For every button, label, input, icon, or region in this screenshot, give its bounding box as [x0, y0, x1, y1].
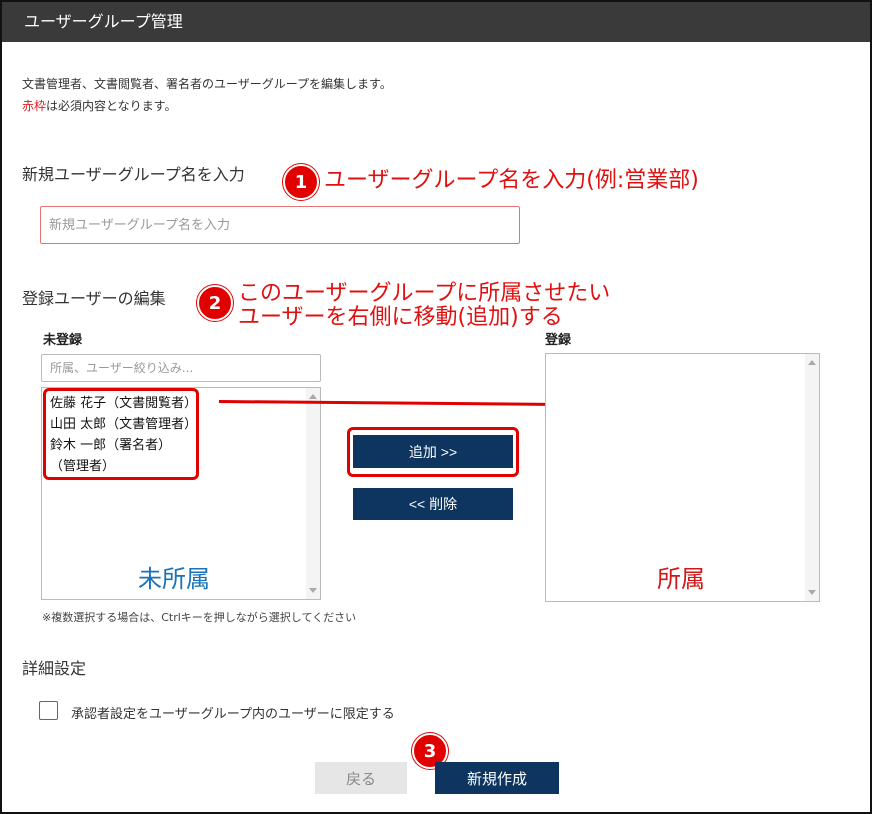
scroll-up-icon[interactable] — [808, 360, 816, 365]
scroll-down-icon[interactable] — [309, 588, 317, 593]
required-note: は必須内容となります。 — [46, 99, 177, 113]
description-line2: 赤枠は必須内容となります。 — [22, 97, 176, 114]
group-name-input[interactable] — [40, 206, 520, 244]
back-button[interactable]: 戻る — [315, 762, 407, 794]
step1-annotation: ユーザーグループ名を入力(例:営業部) — [324, 168, 699, 193]
unregistered-users-highlight: 佐藤 花子（文書閲覧者） 山田 太郎（文書管理者） 鈴木 一郎（署名者） （管理… — [43, 388, 199, 480]
list-item[interactable]: 佐藤 花子（文書閲覧者） — [50, 393, 197, 414]
unregistered-list-scrollbar[interactable] — [306, 388, 320, 599]
limit-approver-label[interactable]: 承認者設定をユーザーグループ内のユーザーに限定する — [71, 703, 395, 722]
scroll-down-icon[interactable] — [808, 590, 816, 595]
advanced-section-title: 詳細設定 — [22, 659, 87, 678]
unregistered-label: 未登録 — [43, 333, 83, 348]
user-filter-input[interactable] — [41, 354, 321, 382]
step1-badge: 1 — [283, 164, 319, 200]
required-marker-text: 赤枠 — [22, 99, 47, 113]
registered-list-scrollbar[interactable] — [805, 354, 819, 601]
unassigned-caption: 未所属 — [138, 565, 210, 593]
create-button[interactable]: 新規作成 — [435, 762, 559, 794]
list-item[interactable]: 山田 太郎（文書管理者） — [50, 414, 197, 435]
remove-button[interactable]: << 削除 — [353, 488, 513, 520]
registered-label: 登録 — [545, 333, 572, 348]
add-button[interactable]: 追加 >> — [353, 435, 513, 468]
limit-approver-checkbox[interactable] — [39, 701, 58, 720]
group-name-section-title: 新規ユーザーグループ名を入力 — [22, 165, 245, 184]
user-group-dialog: ユーザーグループ管理 文書管理者、文書閲覧者、署名者のユーザーグループを編集しま… — [0, 0, 872, 814]
step2-annotation-line2: ユーザーを右側に移動(追加)する — [238, 305, 563, 330]
scroll-up-icon[interactable] — [309, 394, 317, 399]
list-item[interactable]: 鈴木 一郎（署名者） — [50, 435, 192, 456]
step2-badge: 2 — [197, 285, 233, 321]
list-item[interactable]: （管理者） — [50, 456, 192, 477]
window-title: ユーザーグループ管理 — [2, 2, 870, 42]
description-line1: 文書管理者、文書閲覧者、署名者のユーザーグループを編集します。 — [22, 77, 392, 91]
step2-annotation-line1: このユーザーグループに所属させたい — [238, 281, 611, 306]
assigned-caption: 所属 — [657, 565, 705, 593]
members-section-title: 登録ユーザーの編集 — [22, 289, 166, 308]
multi-select-note: ※複数選択する場合は、Ctrlキーを押しながら選択してください — [42, 611, 357, 624]
